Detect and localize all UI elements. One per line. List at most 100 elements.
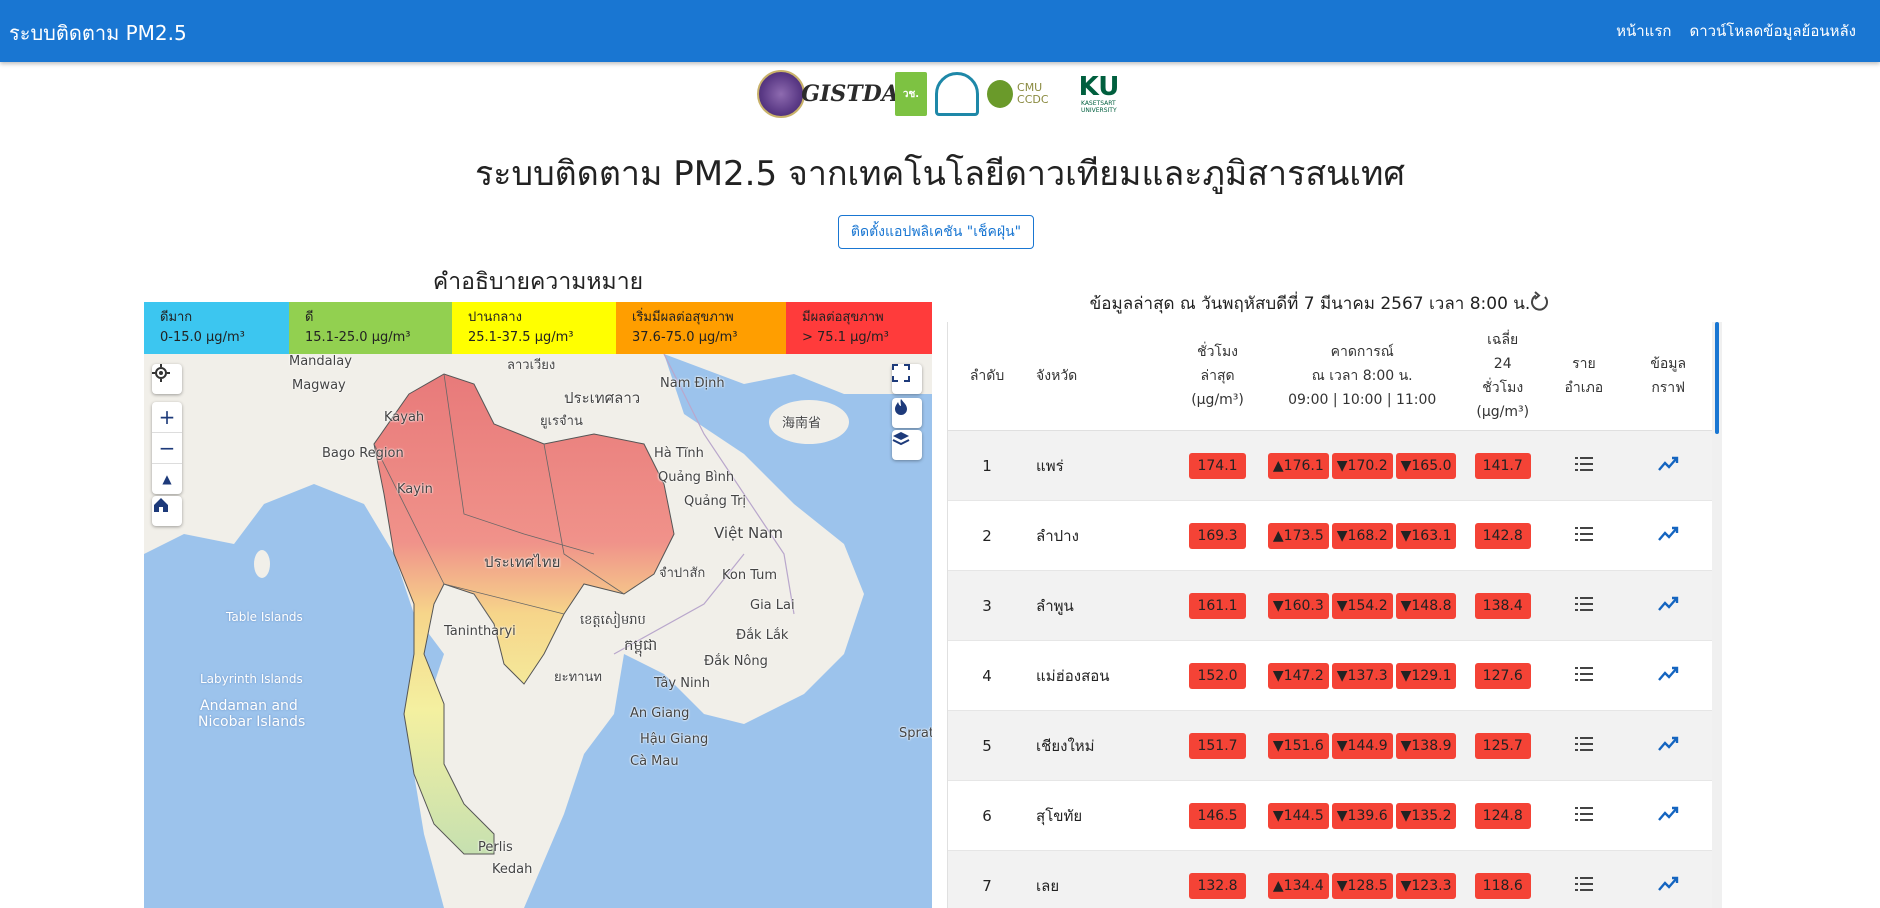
cell-graph <box>1623 640 1713 711</box>
nav-link-download[interactable]: ดาวน์โหลดข้อมูลย้อนหลัง <box>1689 19 1856 43</box>
table-row: 3 ลำพูน 161.1 ▼160.3 ▼154.2 ▼148.8 138.4 <box>948 570 1713 641</box>
fullscreen-button[interactable] <box>892 364 922 394</box>
map-label: ยะทานท <box>554 670 602 685</box>
hourly-value-badge: 174.1 <box>1189 452 1246 479</box>
forecast-0900-badge: ▼144.5 <box>1267 802 1329 829</box>
cmu-emblem-icon <box>987 80 1014 108</box>
cell-forecast: ▲176.1 ▼170.2 ▼165.0 <box>1263 430 1462 501</box>
forecast-1000-badge: ▼144.9 <box>1331 732 1393 759</box>
trend-chart-icon[interactable] <box>1657 663 1679 685</box>
district-list-icon[interactable] <box>1573 803 1595 825</box>
cell-hourly: 132.8 <box>1171 850 1264 908</box>
cell-graph <box>1623 430 1713 501</box>
hourly-value-badge: 169.3 <box>1189 522 1246 549</box>
scroll-thumb[interactable] <box>1715 322 1719 434</box>
map-label: ประเทศลาว <box>564 389 641 407</box>
cell-avg24: 127.6 <box>1461 640 1545 711</box>
map-label: Kayah <box>384 410 425 425</box>
map-label: Cà Mau <box>630 754 679 769</box>
navbar: ระบบติดตาม PM2.5 หน้าแรก ดาวน์โหลดข้อมูล… <box>0 0 1880 62</box>
crosshair-icon <box>152 364 170 382</box>
map-label: ลาวเวียง <box>507 358 556 373</box>
map-label: Bago Region <box>322 446 404 461</box>
district-list-icon[interactable] <box>1573 663 1595 685</box>
forecast-1100-badge: ▼165.0 <box>1395 452 1457 479</box>
cell-rank: 1 <box>948 430 1027 501</box>
cell-district <box>1544 640 1624 711</box>
avg24-value-badge: 127.6 <box>1474 662 1531 689</box>
plus-icon: + <box>158 405 176 429</box>
legend-range: 25.1-37.5 µg/m³ <box>468 330 574 345</box>
trend-chart-icon[interactable] <box>1657 803 1679 825</box>
cell-graph <box>1623 500 1713 571</box>
layers-button[interactable] <box>892 430 922 460</box>
map-label: Tây Ninh <box>654 676 711 691</box>
compass-button[interactable]: ▲ <box>152 464 182 494</box>
legend-sensitive: เริ่มมีผลต่อสุขภาพ 37.6-75.0 µg/m³ <box>616 302 786 354</box>
map-label: Magway <box>292 378 346 393</box>
map-label: Đắk Lắk <box>736 628 789 643</box>
district-list-icon[interactable] <box>1573 733 1595 755</box>
cell-province: ลำปาง <box>1026 500 1172 571</box>
pm25-map[interactable]: Mandalay Magway Kayah Bago Region Kayin … <box>144 354 932 908</box>
district-list-icon[interactable] <box>1573 593 1595 615</box>
table-row: 7 เลย 132.8 ▲134.4 ▼128.5 ▼123.3 118.6 <box>948 850 1713 908</box>
page-title: ระบบติดตาม PM2.5 จากเทคโนโลยีดาวเทียมและ… <box>474 154 1406 194</box>
district-list-icon[interactable] <box>1573 453 1595 475</box>
cell-hourly: 146.5 <box>1171 780 1264 851</box>
forecast-1100-badge: ▼135.2 <box>1395 802 1457 829</box>
home-button[interactable] <box>152 496 182 526</box>
last-updated: ข้อมูลล่าสุด ณ วันพฤหัสบดีที่ 7 มีนาคม 2… <box>1089 294 1531 314</box>
district-list-icon[interactable] <box>1573 873 1595 895</box>
cmu-ccdc-text: CMU CCDC <box>1017 81 1049 106</box>
pm25-ranking-table[interactable]: ลำดับ จังหวัด ชั่วโมง ล่าสุด (µg/m³) คาดกา… <box>947 322 1718 908</box>
nav-links: หน้าแรก ดาวน์โหลดข้อมูลย้อนหลัง <box>1616 19 1856 43</box>
header-rank: ลำดับ <box>948 322 1027 431</box>
trend-chart-icon[interactable] <box>1657 453 1679 475</box>
ministry-seal-logo <box>757 70 805 118</box>
map-label: Quảng Bình <box>658 470 735 485</box>
zoom-controls: + − ▲ <box>152 402 182 494</box>
cell-rank: 5 <box>948 710 1027 781</box>
ku-logo-subtext: KASETSART UNIVERSITY <box>1081 100 1117 114</box>
install-app-button[interactable]: ติดตั้งแอปพลิเคชัน "เช็คฝุ่น" <box>838 215 1034 249</box>
map-label: ยูเรจำน <box>540 414 583 429</box>
cell-rank: 7 <box>948 850 1027 908</box>
forecast-0900-badge: ▼160.3 <box>1267 592 1329 619</box>
trend-chart-icon[interactable] <box>1657 873 1679 895</box>
map-label: ประเทศไทย <box>484 553 561 571</box>
cell-province: ลำพูน <box>1026 570 1172 641</box>
zoom-in-button[interactable]: + <box>152 402 182 433</box>
header-province: จังหวัด <box>1026 322 1172 431</box>
cell-district <box>1544 430 1624 501</box>
land-island <box>254 550 270 578</box>
cell-hourly: 151.7 <box>1171 710 1264 781</box>
trend-chart-icon[interactable] <box>1657 733 1679 755</box>
hotspot-button[interactable] <box>892 398 922 428</box>
district-list-icon[interactable] <box>1573 523 1595 545</box>
refresh-icon[interactable] <box>1528 291 1550 313</box>
map-label: Quảng Trị <box>684 494 747 509</box>
cell-graph <box>1623 570 1713 641</box>
avg24-value-badge: 141.7 <box>1474 452 1531 479</box>
cell-rank: 6 <box>948 780 1027 851</box>
trend-chart-icon[interactable] <box>1657 523 1679 545</box>
locate-button[interactable] <box>152 364 182 394</box>
cell-rank: 3 <box>948 570 1027 641</box>
avg24-value-badge: 138.4 <box>1474 592 1531 619</box>
table-scrollbar[interactable] <box>1712 322 1722 908</box>
forecast-1100-badge: ▼129.1 <box>1395 662 1457 689</box>
layers-icon <box>892 432 910 446</box>
avg24-value-badge: 142.8 <box>1474 522 1531 549</box>
brand-title[interactable]: ระบบติดตาม PM2.5 <box>9 17 187 49</box>
nav-link-home[interactable]: หน้าแรก <box>1616 19 1671 43</box>
legend-range: 0-15.0 µg/m³ <box>160 330 245 345</box>
forecast-1000-badge: ▼170.2 <box>1331 452 1393 479</box>
zoom-out-button[interactable]: − <box>152 433 182 464</box>
map-label: កម្ពុជា <box>624 636 658 654</box>
trend-chart-icon[interactable] <box>1657 593 1679 615</box>
legend-range: > 75.1 µg/m³ <box>802 330 889 345</box>
cell-province: แม่ฮ่องสอน <box>1026 640 1172 711</box>
map-label: Perlis <box>478 840 513 855</box>
cell-avg24: 138.4 <box>1461 570 1545 641</box>
